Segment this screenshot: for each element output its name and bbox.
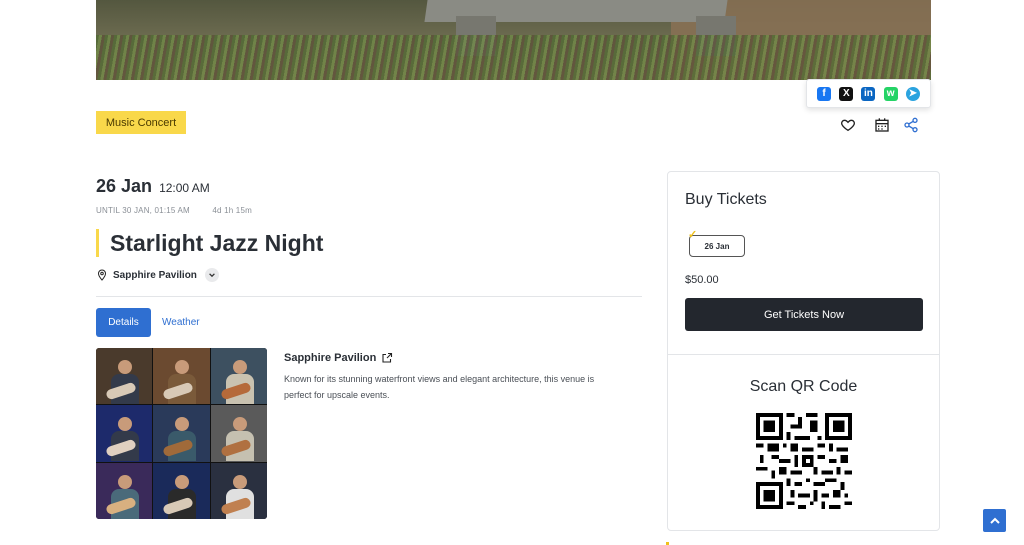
venue-description: Known for its stunning waterfront views … [284, 374, 595, 400]
photo-tile [96, 462, 153, 519]
heart-icon [841, 119, 855, 132]
venue-details-name[interactable]: Sapphire Pavilion [284, 352, 393, 364]
linkedin-icon[interactable]: in [861, 86, 876, 101]
photo-tile [153, 348, 210, 405]
photo-tile [210, 348, 267, 405]
photo-tile [210, 462, 267, 519]
add-to-calendar-button[interactable] [872, 115, 892, 135]
venue-details-name-text[interactable]: Sapphire Pavilion [284, 352, 376, 364]
photo-tile [153, 462, 210, 519]
share-icon [904, 117, 918, 133]
share-popover: f X in w ➤ [806, 79, 931, 108]
qr-code [756, 413, 852, 509]
event-date-day: 26 Jan [96, 176, 153, 196]
chevron-down-icon[interactable] [204, 268, 219, 282]
scroll-to-top-button[interactable] [983, 509, 1006, 532]
event-until-text: UNTIL 30 JAN, 01:15 AM [96, 206, 190, 215]
venue-selector[interactable]: Sapphire Pavilion [96, 268, 219, 282]
ticket-price: $50.00 [685, 274, 719, 286]
check-icon: ✓ [688, 229, 698, 241]
hero-grass-shape [96, 35, 931, 80]
hero-image [96, 0, 931, 80]
event-title: Starlight Jazz Night [96, 229, 323, 257]
photo-tile [210, 405, 267, 462]
ticket-date-chip-label: 26 Jan [704, 241, 730, 251]
category-tag[interactable]: Music Concert [96, 111, 186, 134]
get-tickets-button[interactable]: Get Tickets Now [685, 298, 923, 331]
venue-photo [96, 348, 267, 519]
photo-tile [96, 405, 153, 462]
location-pin-icon [97, 269, 107, 281]
card-divider [668, 354, 939, 355]
chevron-up-icon [989, 517, 1000, 524]
event-date: 26 Jan 12:00 AM [96, 176, 210, 197]
event-countdown: 4d 1h 15m [212, 206, 252, 215]
whatsapp-icon[interactable]: w [883, 86, 898, 101]
qr-heading: Scan QR Code [749, 378, 858, 395]
favorite-button[interactable] [838, 115, 858, 135]
telegram-icon[interactable]: ➤ [905, 86, 920, 101]
event-until: UNTIL 30 JAN, 01:15 AM 4d 1h 15m [96, 206, 252, 215]
divider [96, 296, 642, 297]
tab-weather[interactable]: Weather [162, 308, 200, 337]
external-link-icon [382, 352, 393, 363]
calendar-icon [875, 118, 889, 132]
photo-tile [153, 405, 210, 462]
venue-name: Sapphire Pavilion [113, 269, 197, 281]
photo-tile [96, 348, 153, 405]
facebook-icon[interactable]: f [817, 86, 832, 101]
share-button[interactable] [901, 115, 921, 135]
tab-details[interactable]: Details [96, 308, 151, 337]
tickets-heading: Buy Tickets [685, 191, 767, 208]
tickets-card: Buy Tickets ✓ 26 Jan $50.00 Get Tickets … [667, 171, 940, 531]
ticket-date-chip[interactable]: ✓ 26 Jan [688, 229, 745, 257]
event-date-time: 12:00 AM [159, 181, 210, 195]
x-icon[interactable]: X [839, 86, 854, 101]
